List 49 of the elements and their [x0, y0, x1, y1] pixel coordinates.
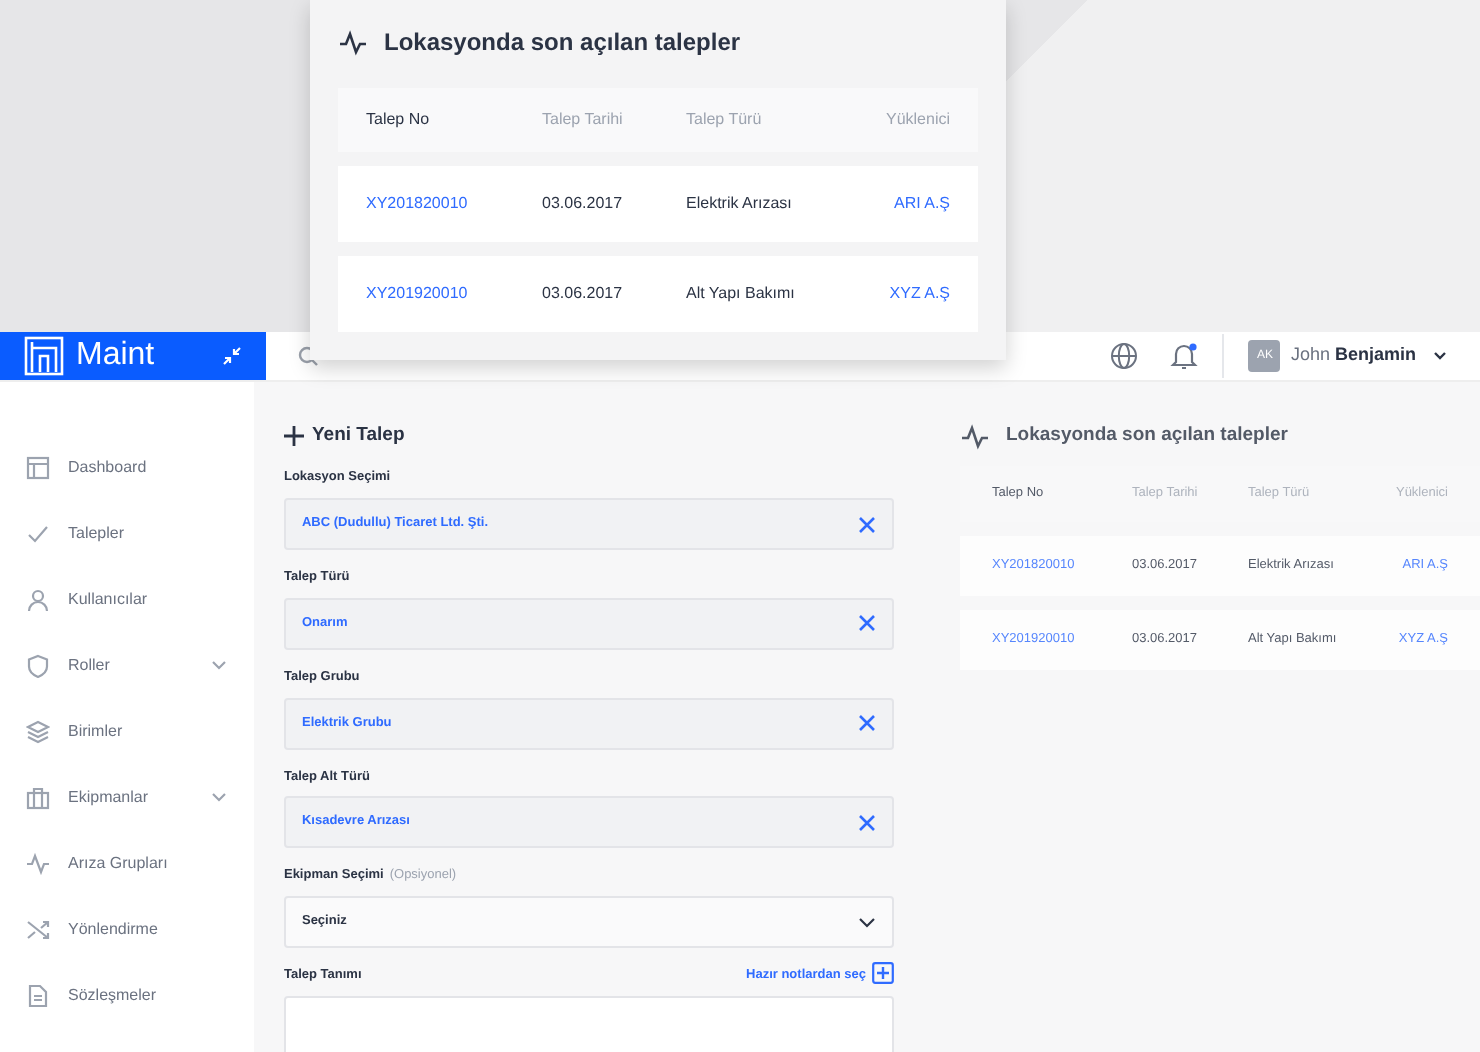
briefcase-icon	[26, 785, 50, 809]
column-header: Talep Türü	[686, 110, 762, 128]
sidebar-item[interactable]: Roller	[68, 653, 192, 677]
contractor-link[interactable]: ARI A.Ş	[893, 194, 950, 212]
column-header: Talep Tarihi	[542, 110, 623, 128]
type-cell: Elektrik Arızası	[686, 194, 792, 212]
layers-icon	[26, 719, 50, 743]
request-number[interactable]: XY201820010	[366, 194, 468, 212]
globe-icon[interactable]	[1110, 342, 1139, 370]
date-cell: 03.06.2017	[542, 284, 623, 302]
close-icon[interactable]	[857, 813, 876, 832]
panel-title: Lokasyonda son açılan talepler	[384, 26, 741, 60]
layout-icon	[26, 455, 50, 479]
check-icon	[26, 521, 50, 545]
contractor-link[interactable]: XYZ A.Ş	[889, 284, 950, 302]
column-header: Yüklenici	[885, 110, 950, 128]
brand-name: Maint	[76, 336, 157, 376]
sidebar-item[interactable]: Kullanıcılar	[68, 587, 228, 611]
collapse-icon[interactable]	[222, 346, 242, 366]
sidebar-item[interactable]: Sözleşmeler	[68, 983, 228, 1007]
plus-square-icon[interactable]	[871, 962, 894, 984]
date-cell: 03.06.2017	[542, 194, 623, 212]
type-cell: Alt Yapı Bakımı	[686, 284, 795, 302]
sidebar-item[interactable]: Birimler	[68, 719, 228, 743]
user-icon	[26, 587, 50, 611]
sidebar-item[interactable]: Yönlendirme	[68, 917, 228, 941]
request-number[interactable]: XY201920010	[366, 284, 468, 302]
document-icon	[26, 983, 50, 1007]
form-title: Yeni Talep	[311, 422, 405, 450]
chevron-down-icon[interactable]	[1432, 348, 1448, 364]
close-icon[interactable]	[857, 714, 876, 732]
close-icon[interactable]	[857, 614, 876, 633]
sidebar-item[interactable]: Arıza Grupları	[68, 851, 228, 875]
sidebar-item[interactable]: Talepler	[68, 521, 228, 545]
sidebar-item[interactable]: Dashboard	[68, 455, 228, 479]
plus-icon	[283, 426, 304, 447]
user-name[interactable]: John Benjamin	[1290, 342, 1416, 370]
shuffle-icon	[26, 917, 50, 941]
close-icon[interactable]	[857, 515, 876, 533]
shield-icon	[26, 653, 50, 677]
sidebar-item[interactable]: Ekipmanlar	[68, 785, 192, 809]
bell-icon[interactable]	[1170, 341, 1199, 370]
pulse-icon	[26, 851, 50, 875]
chevron-down-icon[interactable]	[857, 913, 876, 931]
pulse-icon	[959, 423, 990, 450]
panel-title: Lokasyonda son açılan talepler	[1005, 422, 1288, 450]
logo-icon	[24, 336, 64, 376]
column-header: Talep No	[366, 110, 430, 128]
pulse-icon	[338, 29, 368, 55]
